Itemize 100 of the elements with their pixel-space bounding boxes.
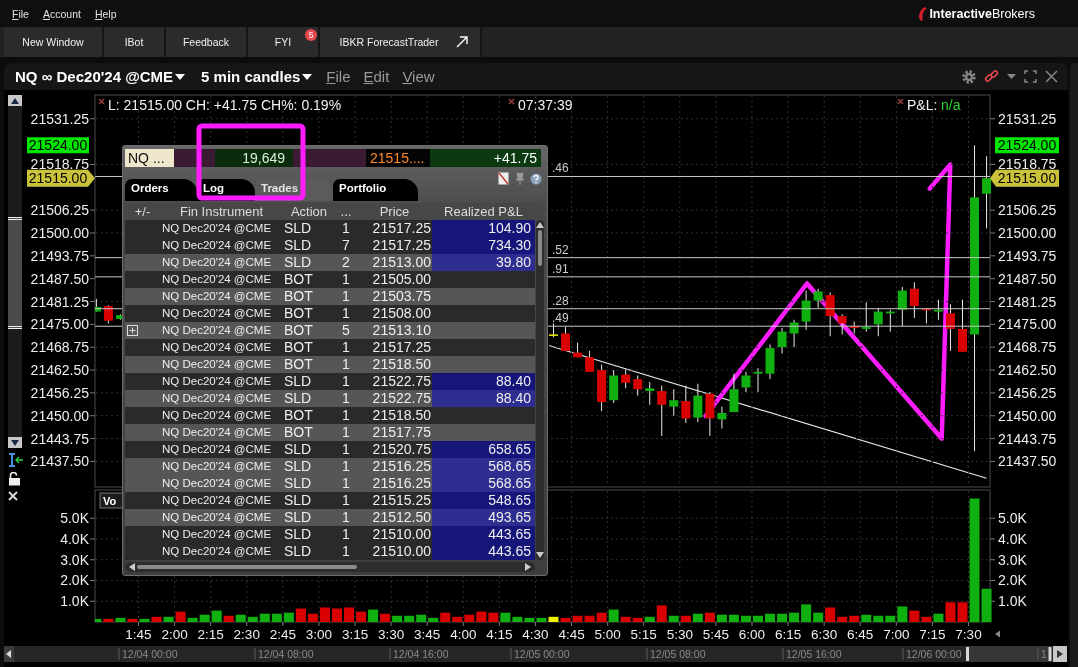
settings-icon[interactable] [962,69,976,84]
table-row[interactable]: NQ Dec20'24 @CME SLD 7 21517.25 734.30 [125,237,535,254]
toolbar-button[interactable]: IBKR ForecastTrader [320,27,482,57]
help-icon[interactable] [530,172,542,185]
table-row[interactable]: NQ Dec20'24 @CME SLD 1 21515.25 548.65 [125,492,535,509]
timeline-handle[interactable] [966,647,969,661]
tab[interactable]: Portfolio [333,179,418,201]
axis-label: 21531.25 [998,110,1057,127]
table-row[interactable]: NQ Dec20'24 @CME SLD 1 21522.75 88.40 [125,390,535,407]
table-cell-text: SLD [283,543,313,560]
triangle-left-icon[interactable] [129,563,135,571]
column-header[interactable]: Fin Instrument [160,203,283,220]
menu-item[interactable]: Help [94,7,117,20]
axis-label: 3:30 [377,627,405,642]
table-row[interactable]: NQ Dec20'24 @CME BOT 5 21513.10 [125,322,535,339]
scroll-track[interactable] [536,220,544,560]
axis-label: 6:00 [738,627,766,642]
scroll-thumb[interactable] [8,217,22,329]
toolbar-button[interactable]: New Window [4,27,104,57]
axis-label: 21475.00 [998,316,1057,333]
triangle-down-icon[interactable] [536,552,544,558]
scroll-up-button[interactable] [8,95,22,106]
column-header[interactable]: Realized P&L [432,203,535,220]
lock-icon[interactable] [8,472,21,486]
table-cell-text: BOT [283,407,314,424]
menu-item[interactable]: File [12,7,29,20]
table-cell-text: NQ Dec20'24 @CME [161,306,273,321]
pnl-cell: 104.90 [432,220,535,237]
pin-icon[interactable] [514,172,525,185]
scroll-down-button[interactable] [8,437,22,448]
table-row[interactable]: NQ Dec20'24 @CME BOT 1 21508.00 [125,305,535,322]
table-row[interactable]: NQ Dec20'24 @CME BOT 1 21517.75 [125,424,535,441]
table-row[interactable]: NQ Dec20'24 @CME BOT 1 21505.00 [125,271,535,288]
triangle-right-icon[interactable] [525,563,531,571]
table-row[interactable]: NQ Dec20'24 @CME SLD 1 21510.00 443.65 [125,526,535,543]
table-cell-text: SLD [283,254,313,271]
table-cell-text: BOT [283,356,314,373]
table-cell-text: NQ Dec20'24 @CME [161,408,273,423]
fullscreen-icon[interactable] [1024,70,1037,83]
table-row[interactable]: NQ Dec20'24 @CME SLD 1 21510.00 443.65 [125,543,535,560]
timeline-label: 12/05 00:00 [514,648,570,660]
left-triangle-icon[interactable] [995,630,1000,638]
table-row[interactable]: NQ Dec20'24 @CME SLD 1 21512.50 493.65 [125,509,535,526]
scroll-left-button[interactable] [4,646,14,662]
i-beam-icon[interactable] [8,453,24,467]
table-row[interactable]: NQ Dec20'24 @CME SLD 1 21516.25 568.65 [125,475,535,492]
timeline-range[interactable] [966,646,1051,662]
arrow-icon [456,36,469,48]
table-row[interactable]: NQ Dec20'24 @CME BOT 1 21517.25 [125,339,535,356]
toolbar-button[interactable]: Feedback [166,27,248,57]
column-header[interactable]: ... [335,203,357,220]
link-icon[interactable] [984,69,999,84]
menu-item[interactable]: Edit [363,68,390,85]
table-cell-text: 5 [341,322,351,339]
tab[interactable]: Orders [125,179,197,201]
expand-icon[interactable] [127,325,138,336]
candlestick [945,303,955,352]
axis-label: 6:30 [811,627,838,642]
axis-label: 4:00 [450,627,477,642]
menu-item[interactable]: Account [42,7,81,20]
pnl-cell: 88.40 [432,390,535,407]
table-row[interactable]: NQ Dec20'24 @CME BOT 1 21518.50 [125,356,535,373]
pnl-cell: 88.40 [432,373,535,390]
table-cell-text: 21512.50 [371,509,432,526]
column-header[interactable]: Price [357,203,432,220]
caret-icon[interactable] [1007,74,1016,79]
axis-label: 21475.00 [30,316,89,333]
axis-label: 5:15 [630,627,657,642]
table-cell-text: 1 [341,288,351,305]
toolbar-button[interactable]: FYI 5 [248,27,320,57]
pnl-cell: 568.65 [432,458,535,475]
candlestick [873,307,883,337]
scroll-right-button[interactable] [1053,646,1067,662]
table-row[interactable]: NQ Dec20'24 @CME SLD 1 21520.75 658.65 [125,441,535,458]
column-header[interactable]: +/- [125,203,160,220]
scroll-thumb[interactable] [538,230,542,266]
table-row[interactable]: NQ Dec20'24 @CME BOT 1 21503.75 [125,288,535,305]
scroll-thumb[interactable] [137,565,357,569]
note-icon[interactable] [498,172,509,185]
table-row[interactable]: NQ Dec20'24 @CME SLD 1 21522.75 88.40 [125,373,535,390]
candlestick [693,383,703,423]
interval-selector[interactable]: 5 min candles [201,68,313,85]
contract-selector[interactable]: NQ ∞ Dec20'24 @CME [15,68,186,85]
timeline-handle[interactable] [1048,647,1052,661]
scroll-track[interactable] [125,562,535,572]
candlestick [885,309,895,333]
table-row[interactable]: NQ Dec20'24 @CME SLD 1 21517.25 104.90 [125,220,535,237]
axis-label: 21456.25 [998,384,1057,401]
menu-item[interactable]: File [326,68,351,85]
axis-label: 21487.50 [30,270,89,287]
table-cell-text: 21510.00 [371,526,432,543]
table-row[interactable]: NQ Dec20'24 @CME SLD 2 21513.00 39.80 [125,254,535,271]
column-header[interactable]: Action [283,203,335,220]
table-row[interactable]: NQ Dec20'24 @CME BOT 1 21518.50 [125,407,535,424]
menu-item[interactable]: View [402,68,435,85]
table-row[interactable]: NQ Dec20'24 @CME SLD 1 21516.25 568.65 [125,458,535,475]
table-cell-text: SLD [283,220,313,237]
toolbar-button[interactable]: IBot [104,27,166,57]
axis-label: 21493.75 [30,247,89,264]
triangle-up-icon[interactable] [536,222,544,228]
